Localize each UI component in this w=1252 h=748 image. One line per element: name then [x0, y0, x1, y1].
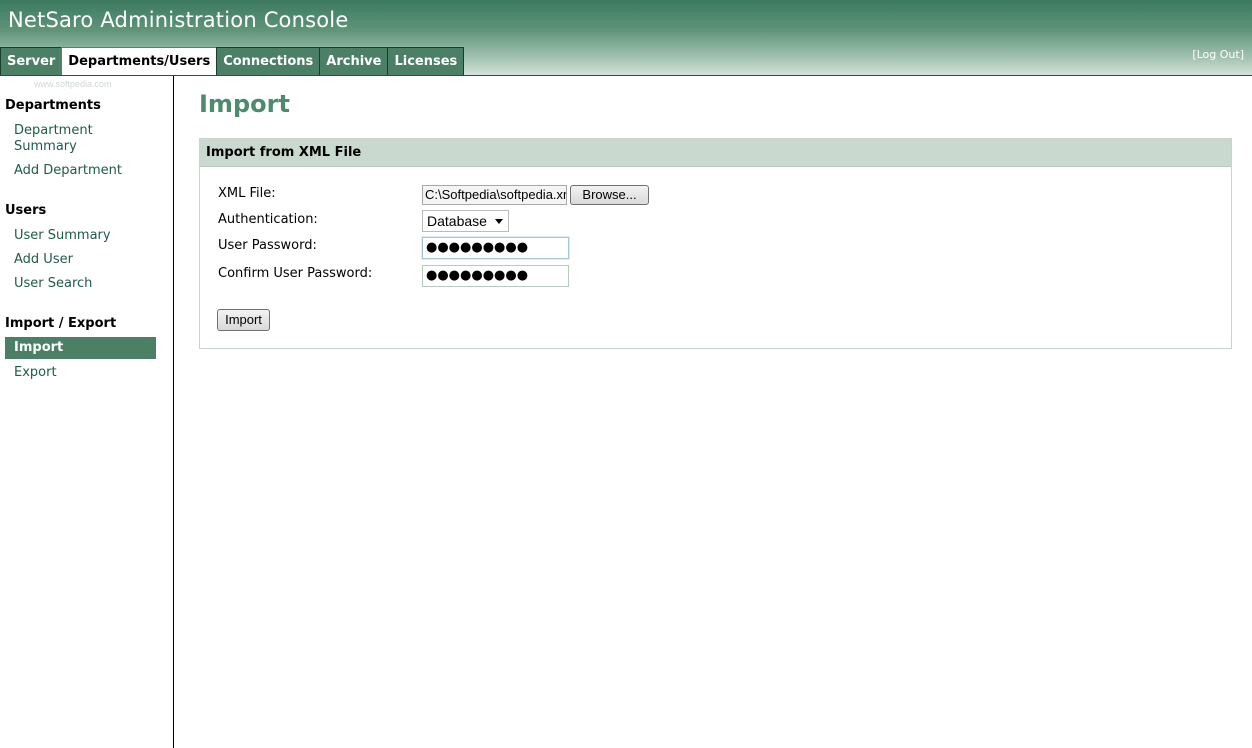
header-divider	[0, 75, 1252, 76]
tab-licenses[interactable]: Licenses	[387, 47, 465, 75]
authentication-select[interactable]: Database	[422, 210, 509, 232]
user-password-label: User Password:	[218, 238, 317, 253]
user-password-input[interactable]: ●●●●●●●●●	[422, 237, 569, 259]
tab-connections[interactable]: Connections	[216, 47, 321, 75]
sidebar: Departments Department Summary Add Depar…	[0, 76, 174, 748]
sidebar-section-import-export: Import / Export	[5, 316, 117, 331]
dropdown-arrow-icon	[495, 219, 503, 224]
confirm-password-input[interactable]: ●●●●●●●●●	[422, 265, 569, 287]
authentication-value: Database	[427, 213, 487, 229]
import-panel: Import from XML File XML File: C:\Softpe…	[199, 138, 1232, 349]
import-button[interactable]: Import	[217, 309, 270, 331]
sidebar-item-add-user[interactable]: Add User	[14, 252, 154, 268]
authentication-label: Authentication:	[218, 212, 318, 227]
browse-button[interactable]: Browse...	[570, 185, 649, 205]
sidebar-item-export[interactable]: Export	[14, 365, 154, 381]
app-header: NetSaro Administration Console SOFTPEDIA…	[0, 0, 1252, 75]
xml-file-input[interactable]: C:\Softpedia\softpedia.xml	[422, 185, 567, 205]
sidebar-item-add-department[interactable]: Add Department	[14, 163, 154, 179]
confirm-password-label: Confirm User Password:	[218, 266, 373, 281]
main-tabs: Server Departments/Users Connections Arc…	[0, 47, 465, 75]
logout-link[interactable]: [Log Out]	[1192, 48, 1244, 61]
tab-archive[interactable]: Archive	[319, 47, 389, 75]
app-title: NetSaro Administration Console	[8, 8, 349, 32]
tab-server[interactable]: Server	[0, 47, 63, 75]
sidebar-item-department-summary[interactable]: Department Summary	[14, 123, 154, 155]
sidebar-item-user-summary[interactable]: User Summary	[14, 228, 154, 244]
xml-file-label: XML File:	[218, 186, 276, 201]
sidebar-section-departments: Departments	[5, 98, 101, 113]
tab-departments-users[interactable]: Departments/Users	[61, 47, 218, 75]
sidebar-item-user-search[interactable]: User Search	[14, 276, 154, 292]
panel-title: Import from XML File	[200, 139, 1231, 167]
sidebar-section-users: Users	[5, 203, 47, 218]
sidebar-item-import[interactable]: Import	[5, 337, 156, 359]
page-title: Import	[199, 90, 290, 118]
